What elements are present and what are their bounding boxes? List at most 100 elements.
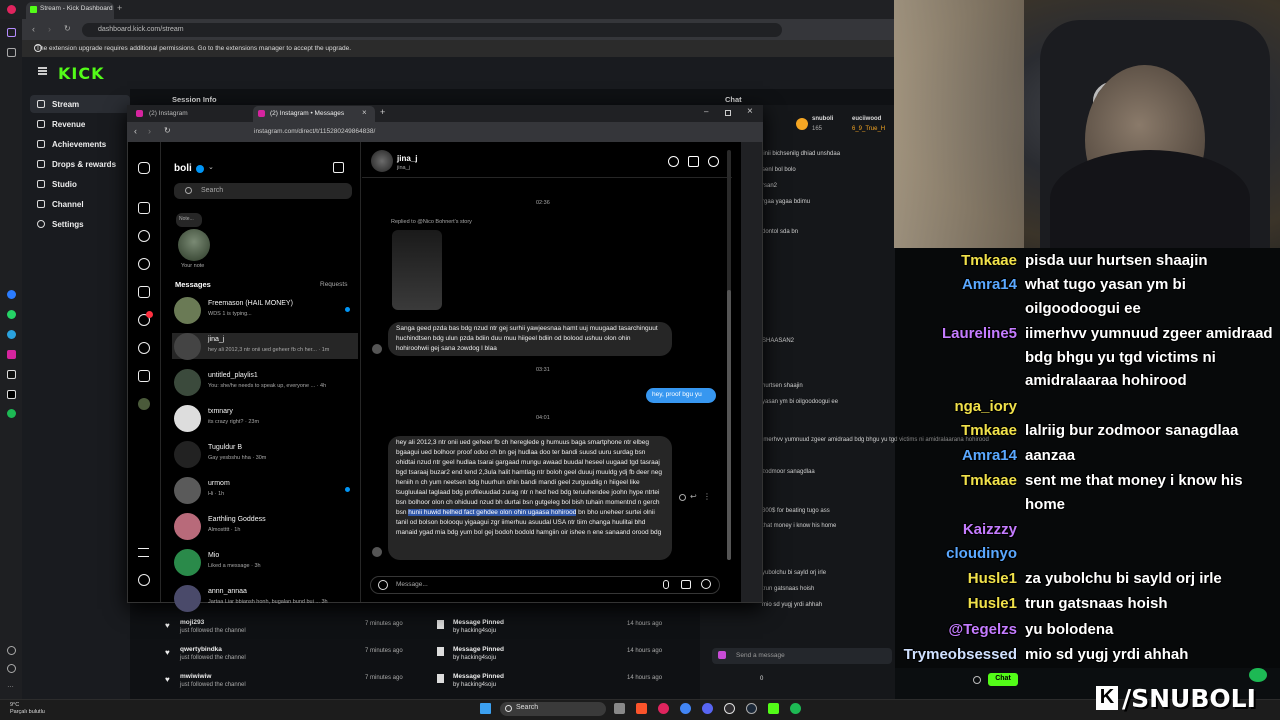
ig-address-bar[interactable]: instagram.com/direct/t/115280249864838/ (250, 126, 510, 139)
more-sidebar-icon[interactable]: … (7, 682, 16, 691)
opera-icon[interactable] (7, 5, 16, 14)
top-user-name[interactable]: snuboli (812, 116, 833, 122)
steam-icon[interactable] (746, 703, 757, 714)
top-user2-name[interactable]: euciiwood (852, 116, 881, 122)
instagram-sidebar-icon[interactable] (7, 350, 16, 359)
nav-achievements[interactable]: Achievements (30, 135, 130, 153)
conversation-row[interactable]: urmom Hi · 1h (172, 477, 358, 504)
minimize-icon[interactable]: – (704, 107, 708, 116)
conversation-row[interactable]: Freemason (HAIL MONEY) WDS 1 is typing... (172, 297, 358, 324)
menu-icon[interactable] (38, 67, 47, 75)
chat-send-button[interactable]: Chat (988, 673, 1018, 686)
message-bubble-received[interactable]: Sanga geed pzda bas bdg nzud ntr gej sur… (388, 322, 672, 356)
kick-logo[interactable]: KICK (58, 64, 105, 83)
forward-icon[interactable]: › (48, 24, 51, 34)
ig-forward-icon[interactable]: › (148, 126, 151, 136)
clock-sidebar-icon[interactable] (7, 664, 16, 673)
ig-back-icon[interactable]: ‹ (134, 126, 137, 136)
messenger-icon[interactable] (7, 290, 16, 299)
chevron-down-icon[interactable]: ⌄ (208, 163, 214, 171)
ig-reload-icon[interactable]: ↻ (164, 126, 171, 135)
home-sidebar-icon[interactable] (7, 28, 16, 37)
follower-name[interactable]: mwiwiwiw (180, 673, 211, 680)
follower-name[interactable]: qwertybindka (180, 646, 222, 653)
emoji-icon[interactable] (378, 580, 388, 590)
nav-channel[interactable]: Channel (30, 195, 130, 213)
nav-studio[interactable]: Studio (30, 175, 130, 193)
conversation-row[interactable]: txmnary its crazy right? · 23m (172, 405, 358, 432)
scrollbar-thumb[interactable] (727, 290, 731, 560)
maximize-icon[interactable] (725, 110, 731, 116)
chat-avatar[interactable] (371, 150, 393, 172)
video-call-icon[interactable] (688, 156, 699, 167)
weather-widget[interactable]: 9°C Parçalı bulutlu (10, 702, 45, 716)
task-view-icon[interactable] (614, 703, 625, 714)
new-tab-icon[interactable]: + (380, 107, 385, 117)
message-bubble-received[interactable]: hey ali 2012,3 ntr onii ued geheer fb ch… (388, 436, 672, 560)
conversation-row[interactable]: Tuguldur B Gay yesbshu hha · 30m (172, 441, 358, 468)
pinned-by[interactable]: by hacking4soju (453, 655, 496, 661)
address-bar[interactable]: dashboard.kick.com/stream (82, 23, 782, 37)
more-menu-icon[interactable] (138, 548, 149, 557)
image-icon[interactable] (681, 580, 691, 589)
spotify-icon[interactable] (790, 703, 801, 714)
notifications-heart-icon[interactable] (138, 342, 150, 354)
whatsapp-icon[interactable] (7, 310, 16, 319)
opera-icon[interactable] (658, 703, 669, 714)
more-options-icon[interactable]: ⋮ (703, 492, 711, 501)
search-icon[interactable] (138, 230, 150, 242)
x-icon[interactable] (7, 390, 16, 399)
ig-tab-messages[interactable]: (2) Instagram • Messages (253, 106, 375, 122)
taskbar-search[interactable]: Search (500, 702, 606, 716)
close-tab-icon[interactable]: × (362, 108, 367, 117)
follower-name[interactable]: moji293 (180, 619, 204, 626)
account-username[interactable]: boli (174, 163, 192, 174)
windows-start-icon[interactable] (480, 703, 491, 714)
conversation-row[interactable]: Earthling Goddess Almostttt · 1h (172, 513, 358, 540)
conversation-info-icon[interactable] (708, 156, 719, 167)
spotify-icon[interactable] (7, 409, 16, 418)
conversation-row[interactable]: Mio Liked a message · 3h (172, 549, 358, 576)
search-input[interactable]: Search (174, 183, 352, 199)
profile-avatar[interactable] (138, 398, 150, 410)
reels-icon[interactable] (138, 286, 150, 298)
chat-name[interactable]: jina_j (397, 154, 417, 163)
react-icon[interactable] (679, 494, 686, 501)
instagram-logo-icon[interactable] (138, 162, 150, 174)
settings-gear-icon[interactable] (973, 676, 981, 684)
back-icon[interactable]: ‹ (32, 24, 35, 34)
conversation-row[interactable]: jina_j hey ali 2012,3 ntr onii ued geheer… (172, 333, 358, 360)
star-sidebar-icon[interactable] (7, 48, 16, 57)
explore-icon[interactable] (138, 258, 150, 270)
conversation-row[interactable]: annn_annaa Jartaa Liar bbiansh honh, buga… (172, 585, 358, 612)
obs-icon[interactable] (724, 703, 735, 714)
send-message-input[interactable]: Send a message (712, 648, 892, 664)
note-bubble[interactable]: Note... (176, 213, 202, 227)
tiktok-icon[interactable] (7, 370, 16, 379)
close-window-icon[interactable]: × (747, 106, 753, 117)
also-from-meta-icon[interactable] (138, 574, 150, 586)
reload-icon[interactable]: ↻ (64, 24, 71, 33)
new-tab-icon[interactable]: + (117, 3, 122, 13)
home-icon[interactable] (138, 202, 150, 214)
nav-drops[interactable]: Drops & rewards (30, 155, 130, 173)
conversation-row[interactable]: untitled_playlis1 You: she/he needs to sp… (172, 369, 358, 396)
top-user2b-name[interactable]: 6_9_True_H (852, 126, 885, 132)
pinned-by[interactable]: by hacking4soju (453, 682, 496, 688)
kick-app-icon[interactable] (768, 703, 779, 714)
discord-icon[interactable] (702, 703, 713, 714)
emote-icon[interactable] (718, 651, 726, 659)
ig-tab-instagram[interactable]: (2) Instagram (132, 107, 250, 122)
create-icon[interactable] (138, 370, 150, 382)
message-bubble-sent[interactable]: hey, proof bgu yu (646, 388, 716, 403)
nav-revenue[interactable]: Revenue (30, 115, 130, 133)
note-avatar[interactable] (178, 229, 210, 261)
reply-icon[interactable]: ↩ (690, 492, 697, 501)
sticker-icon[interactable] (701, 579, 711, 589)
story-thumbnail[interactable] (392, 230, 442, 310)
pinned-by[interactable]: by hacking4soju (453, 628, 496, 634)
chrome-icon[interactable] (680, 703, 691, 714)
nav-settings[interactable]: Settings (30, 215, 130, 233)
telegram-icon[interactable] (7, 330, 16, 339)
nav-stream[interactable]: Stream (30, 95, 130, 113)
